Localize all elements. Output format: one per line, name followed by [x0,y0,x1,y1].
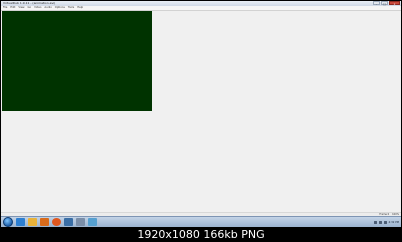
maximize-button[interactable]: □ [381,1,388,6]
windows-start-icon[interactable] [3,217,13,227]
firefox-icon[interactable] [52,218,61,226]
virtualdub-icon[interactable] [76,218,85,226]
screenshot-frame: VirtualDub 1.9.11 - (animation.avi) – □ … [0,0,402,242]
tray-icon[interactable] [378,220,382,224]
desktop-screen: VirtualDub 1.9.11 - (animation.avi) – □ … [1,1,401,227]
clock[interactable]: 4:32 PM [389,221,399,224]
folder-icon[interactable] [28,218,37,226]
tray-icon[interactable] [373,220,377,224]
app-icon-2[interactable] [88,218,97,226]
ie-icon[interactable] [16,218,25,226]
image-caption: 1920x1080 166kb PNG [0,227,402,242]
close-button[interactable]: x [389,1,400,6]
volume-icon[interactable] [383,220,387,224]
taskbar: 4:32 PM [1,216,401,227]
app-icon[interactable] [64,218,73,226]
media-player-icon[interactable] [40,218,49,226]
minimize-button[interactable]: – [373,1,380,6]
video-viewport[interactable] [2,11,152,111]
system-tray: 4:32 PM [373,217,399,227]
